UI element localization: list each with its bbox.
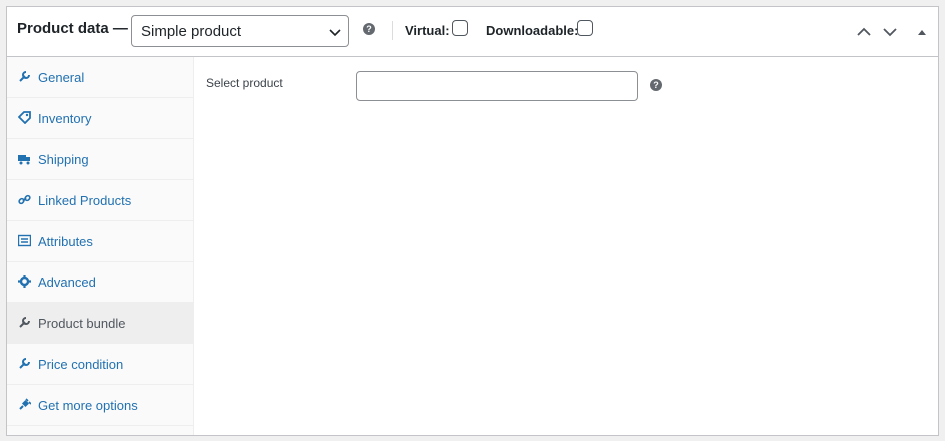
product-data-panel: Product data — Simple product ? Virtual:… bbox=[6, 6, 939, 436]
header-divider bbox=[392, 21, 393, 40]
virtual-label: Virtual: bbox=[405, 23, 450, 38]
virtual-checkbox[interactable] bbox=[452, 20, 468, 36]
move-down-icon[interactable] bbox=[881, 23, 899, 41]
tab-attributes[interactable]: Attributes bbox=[7, 221, 194, 262]
wrench-icon bbox=[19, 358, 30, 369]
tab-linked-products[interactable]: Linked Products bbox=[7, 180, 194, 221]
wrench-icon bbox=[19, 71, 30, 82]
tab-label: General bbox=[38, 70, 85, 85]
tab-label: Price condition bbox=[38, 357, 124, 372]
panel-title: Product data — bbox=[17, 20, 128, 37]
downloadable-label: Downloadable: bbox=[486, 23, 579, 38]
tab-label: Shipping bbox=[38, 152, 89, 167]
select-product-input[interactable] bbox=[356, 71, 638, 101]
tag-icon bbox=[18, 111, 31, 124]
product-data-tabs: General Inventory Shipping Linked Produc… bbox=[7, 57, 194, 435]
product-type-select[interactable]: Simple product bbox=[131, 15, 349, 47]
list-icon bbox=[18, 234, 31, 247]
tab-label: Attributes bbox=[38, 234, 93, 249]
product-data-header: Product data — Simple product ? Virtual:… bbox=[7, 7, 938, 57]
tab-general[interactable]: General bbox=[7, 57, 194, 98]
tab-label: Product bundle bbox=[38, 316, 126, 331]
product-type-value: Simple product bbox=[141, 23, 242, 40]
link-icon bbox=[18, 194, 31, 205]
move-up-icon[interactable] bbox=[855, 23, 873, 41]
tab-product-bundle[interactable]: Product bundle bbox=[7, 303, 194, 344]
chevron-down-icon bbox=[329, 29, 341, 37]
select-product-label: Select product bbox=[206, 76, 283, 90]
plugin-icon bbox=[19, 398, 31, 410]
collapse-toggle-icon[interactable] bbox=[913, 23, 931, 41]
tab-label: Linked Products bbox=[38, 193, 132, 208]
tab-label: Advanced bbox=[38, 275, 96, 290]
truck-icon bbox=[18, 155, 30, 165]
tab-shipping[interactable]: Shipping bbox=[7, 139, 194, 180]
wrench-icon bbox=[19, 317, 30, 328]
gear-icon bbox=[18, 275, 31, 288]
help-icon[interactable]: ? bbox=[363, 23, 375, 35]
tab-get-more-options[interactable]: Get more options bbox=[7, 385, 194, 426]
tab-label: Get more options bbox=[38, 398, 138, 413]
tab-price-condition[interactable]: Price condition bbox=[7, 344, 194, 385]
tab-advanced[interactable]: Advanced bbox=[7, 262, 194, 303]
help-icon[interactable]: ? bbox=[650, 79, 662, 91]
downloadable-checkbox[interactable] bbox=[577, 20, 593, 36]
tab-label: Inventory bbox=[38, 111, 92, 126]
tab-inventory[interactable]: Inventory bbox=[7, 98, 194, 139]
